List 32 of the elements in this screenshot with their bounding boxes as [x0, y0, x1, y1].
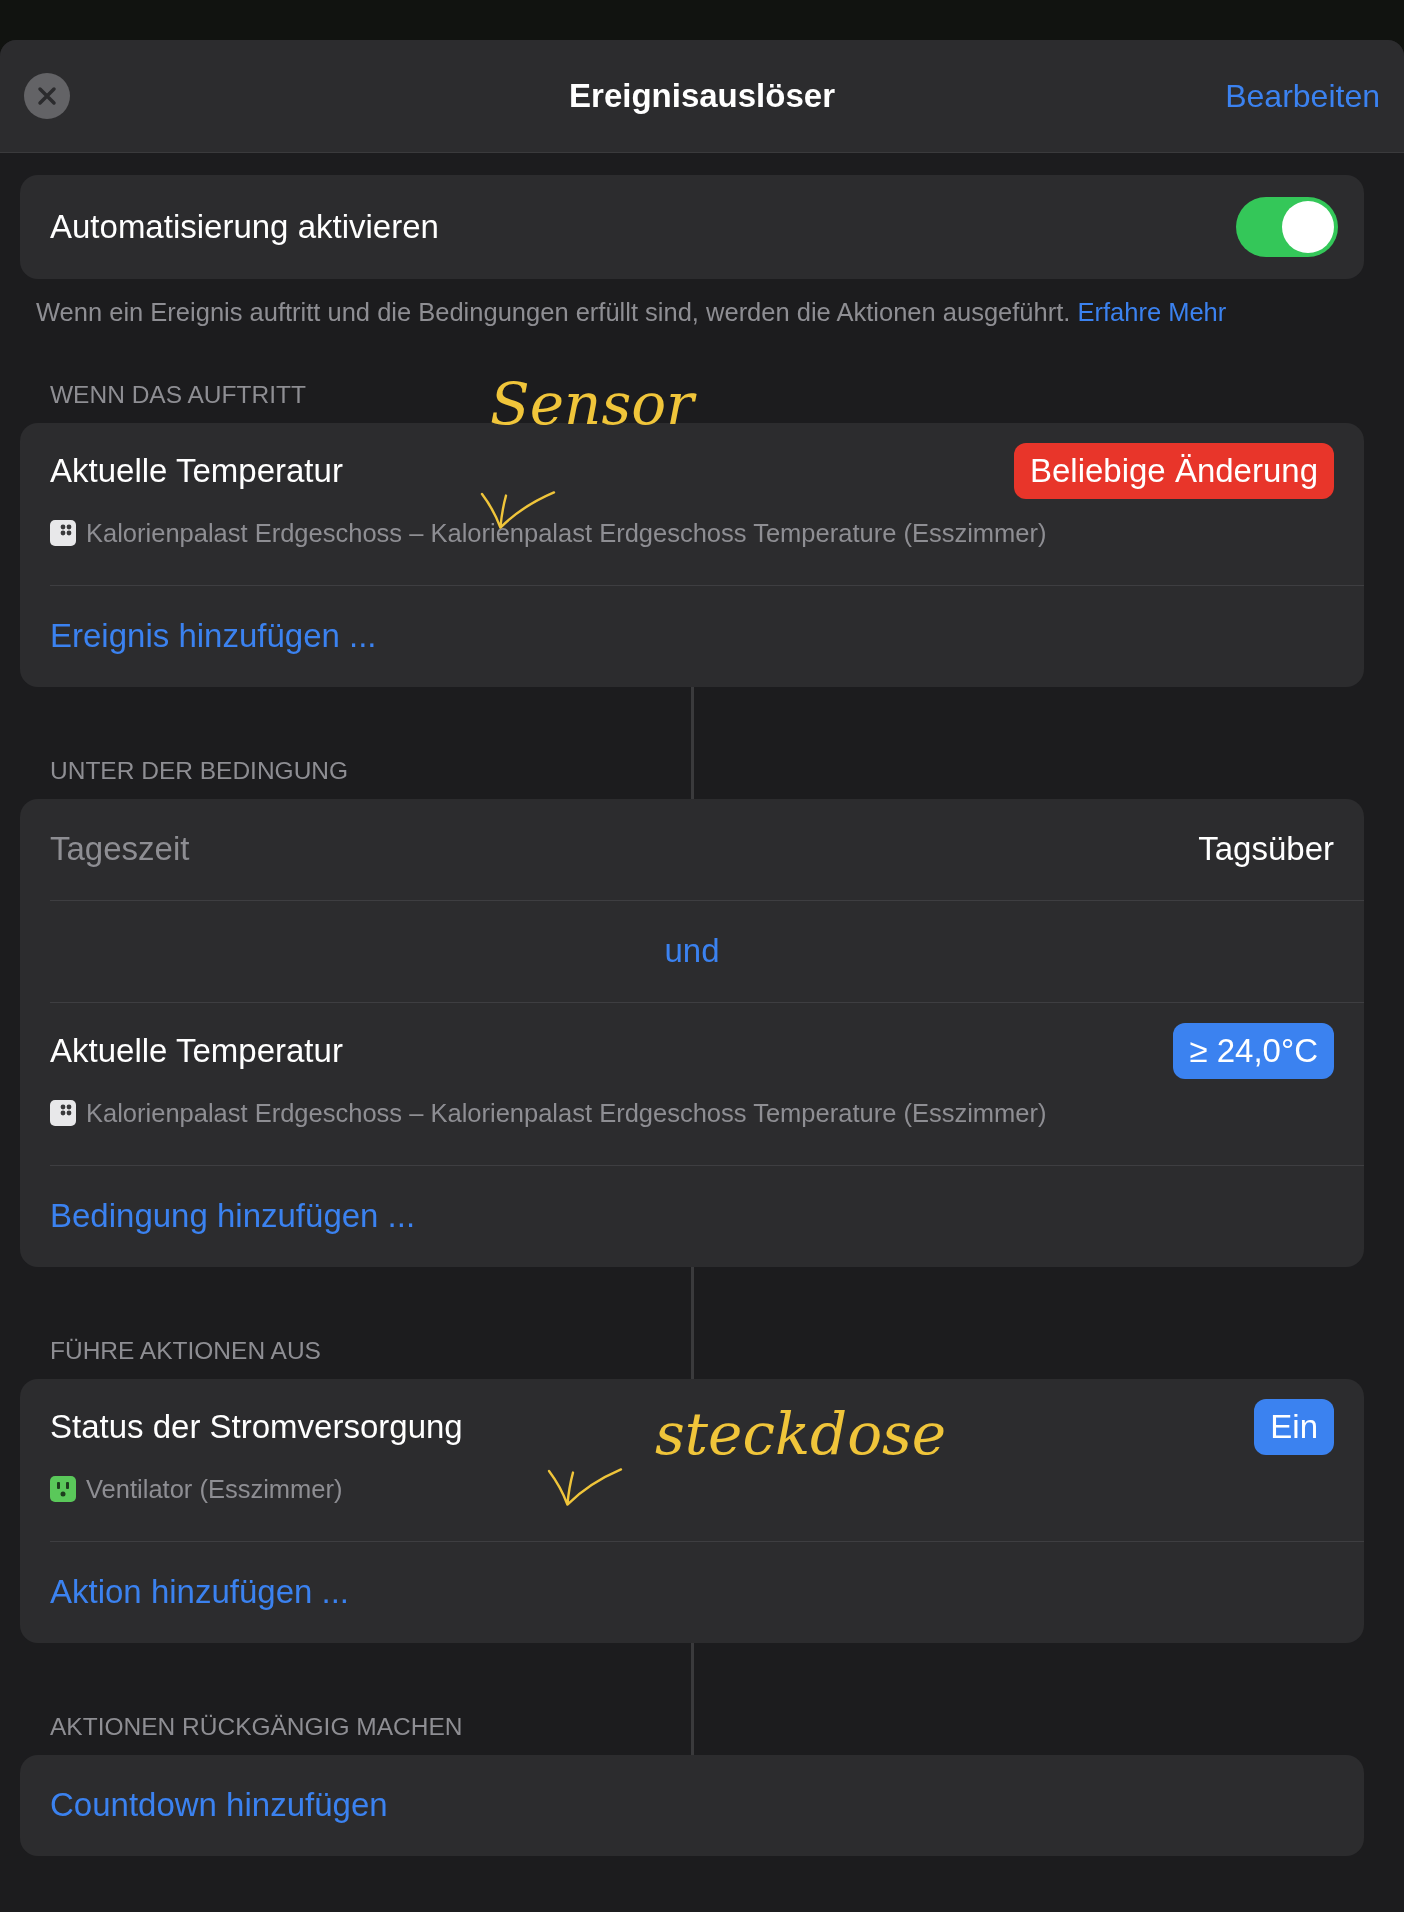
- condition-label: Tageszeit: [50, 830, 190, 869]
- add-link[interactable]: Countdown hinzufügen: [50, 1786, 388, 1825]
- add-link[interactable]: Aktion hinzufügen ...: [50, 1573, 350, 1612]
- sheet-title: Ereignisauslöser: [569, 77, 835, 115]
- item-title: Aktuelle Temperatur: [50, 1031, 343, 1070]
- item-title: Status der Stromversorgung: [50, 1407, 463, 1446]
- handwritten-note: steckdose: [655, 1400, 947, 1468]
- description-text: Wenn ein Ereignis auftritt und die Bedingungen erfüllt sind, werden die Aktionen ausgeführt. Erfahre Mehr: [36, 297, 1228, 328]
- close-button[interactable]: [24, 73, 70, 119]
- section-header: FÜHRE AKTIONEN AUS: [50, 1336, 321, 1365]
- section-header: AKTIONEN RÜCKGÄNGIG MACHEN: [50, 1712, 463, 1741]
- edit-button[interactable]: Bearbeiten: [1225, 77, 1380, 115]
- add-link[interactable]: Bedingung hinzufügen ...: [50, 1197, 416, 1236]
- device-name: Kalorienpalast Erdgeschoss – Kalorienpalast Erdgeschoss Temperature (Esszimmer): [86, 518, 1047, 548]
- close-icon: [36, 85, 58, 107]
- value-badge[interactable]: Ein: [1254, 1398, 1334, 1455]
- outlet-icon: [50, 1476, 76, 1503]
- section-header: UNTER DER BEDINGUNG: [50, 756, 349, 785]
- device-name: Kalorienpalast Erdgeschoss – Kalorienpalast Erdgeschoss Temperature (Esszimmer): [86, 1098, 1047, 1128]
- sensor-icon: [50, 520, 76, 547]
- joiner-link[interactable]: und: [664, 932, 720, 971]
- section-header: WENN DAS AUFTRITT: [50, 380, 306, 409]
- device-name: Ventilator (Esszimmer): [86, 1474, 343, 1504]
- item-title: Aktuelle Temperatur: [50, 451, 343, 490]
- learn-more-link[interactable]: Erfahre Mehr: [1077, 298, 1227, 326]
- condition-value[interactable]: Tagsüber: [1198, 830, 1334, 869]
- add-link[interactable]: Ereignis hinzufügen ...: [50, 617, 377, 656]
- sensor-icon: [50, 1100, 76, 1127]
- toggle-label: Automatisierung aktivieren: [50, 208, 439, 246]
- value-badge[interactable]: ≥ 24,0°C: [1173, 1022, 1334, 1079]
- value-badge[interactable]: Beliebige Änderung: [1013, 442, 1334, 499]
- toggle-switch[interactable]: [1236, 197, 1338, 257]
